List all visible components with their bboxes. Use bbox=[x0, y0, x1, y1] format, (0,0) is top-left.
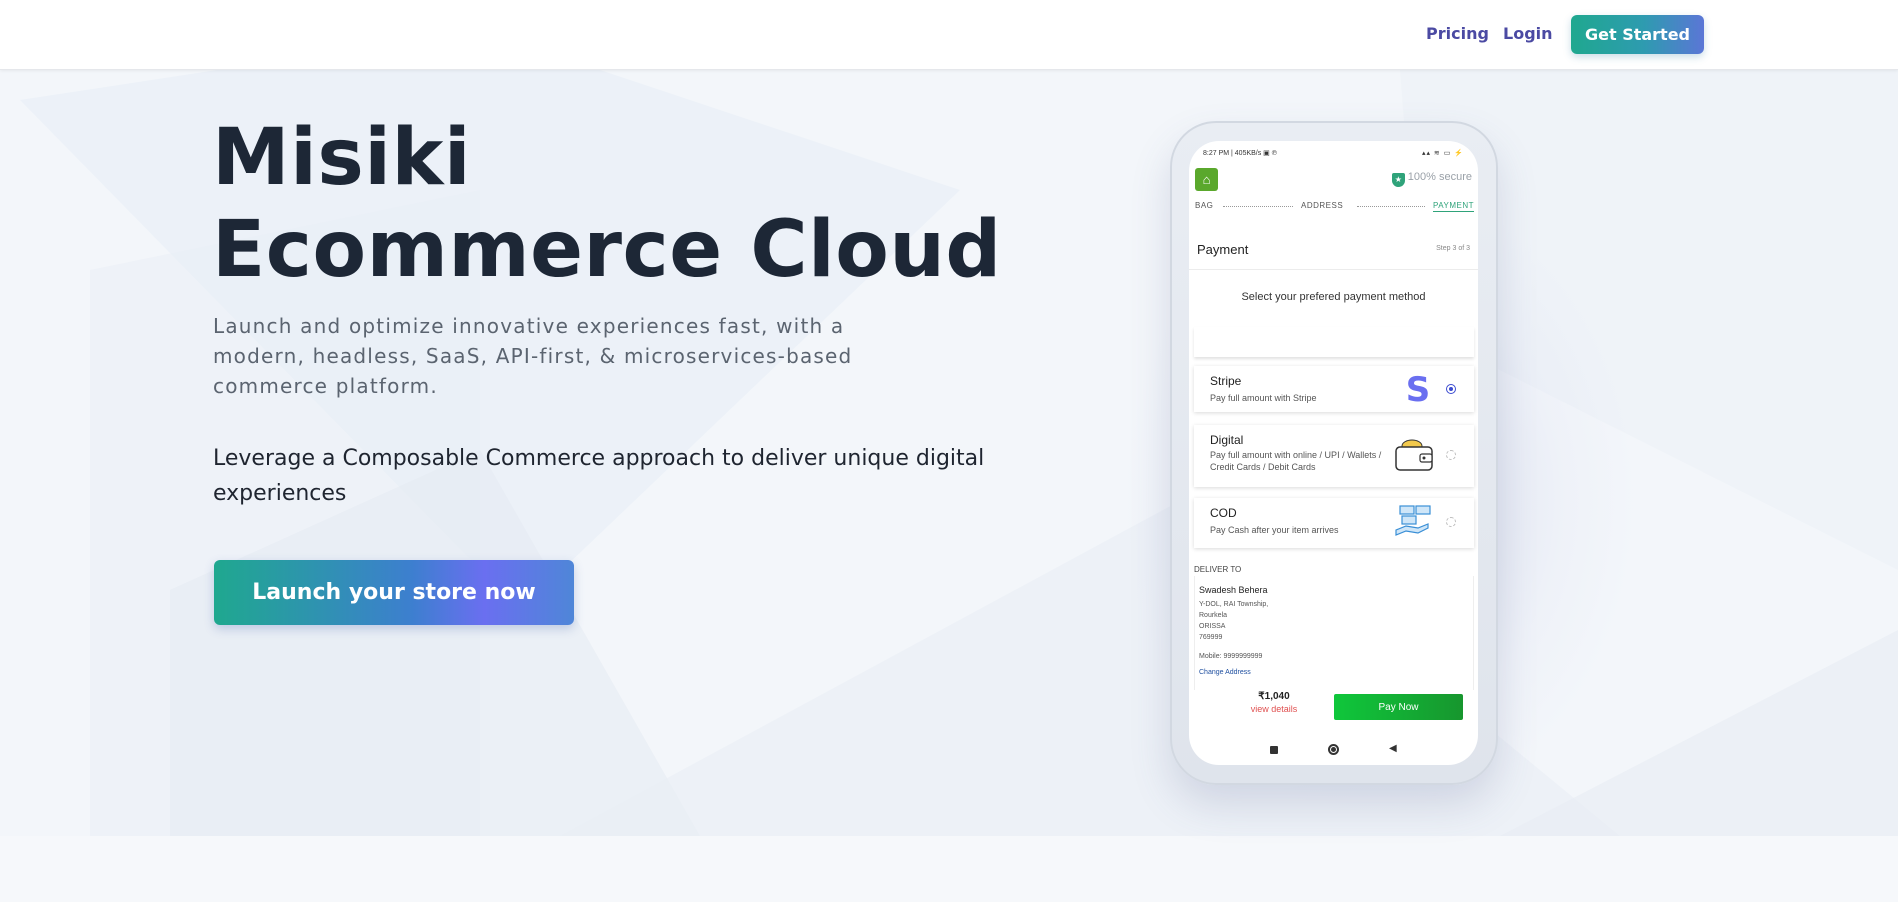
nav-pricing-link[interactable]: Pricing bbox=[1426, 24, 1489, 43]
address-mobile: Mobile: 9999999999 bbox=[1199, 653, 1263, 660]
payment-header: Payment Step 3 of 3 bbox=[1189, 232, 1478, 270]
section-divider bbox=[0, 836, 1898, 902]
stripe-logo-icon: S bbox=[1406, 373, 1431, 405]
address-line: Rourkela bbox=[1199, 612, 1228, 619]
back-icon[interactable]: ◀ bbox=[1389, 743, 1397, 754]
payment-option-cod[interactable]: COD Pay Cash after your item arrives bbox=[1194, 498, 1474, 548]
payment-title: Payment bbox=[1197, 242, 1249, 257]
method-title: Stripe bbox=[1210, 374, 1242, 388]
payment-option-stripe[interactable]: Stripe Pay full amount with Stripe S bbox=[1194, 366, 1474, 412]
step-payment[interactable]: PAYMENT bbox=[1433, 201, 1474, 212]
wallet-icon bbox=[1395, 439, 1433, 471]
hero-lead-text: Leverage a Composable Commerce approach … bbox=[213, 446, 985, 506]
hero-subtitle: Launch and optimize innovative experienc… bbox=[213, 314, 853, 398]
method-title: COD bbox=[1210, 506, 1237, 520]
recent-apps-icon[interactable] bbox=[1270, 746, 1278, 754]
nav-login-link[interactable]: Login bbox=[1503, 24, 1553, 43]
status-bar-left: 8:27 PM | 405KB/s ▣ ℗ bbox=[1203, 150, 1277, 157]
radio-selected-icon[interactable] bbox=[1446, 384, 1456, 394]
radio-unselected-icon[interactable] bbox=[1446, 517, 1456, 527]
shield-check-icon: ★ bbox=[1391, 173, 1405, 187]
launch-store-button[interactable]: Launch your store now bbox=[214, 560, 574, 625]
address-line: 769999 bbox=[1199, 634, 1223, 641]
method-description: Pay Cash after your item arrives bbox=[1210, 525, 1339, 535]
checkout-steps: BAG ADDRESS PAYMENT bbox=[1195, 201, 1474, 213]
empty-card bbox=[1194, 327, 1474, 357]
home-icon[interactable] bbox=[1328, 744, 1339, 755]
hero-title: Misiki Ecommerce Cloud bbox=[212, 113, 1002, 295]
step-divider bbox=[1357, 206, 1425, 207]
address-line: ORISSA bbox=[1199, 623, 1226, 630]
pay-now-button[interactable]: Pay Now bbox=[1334, 694, 1463, 720]
get-started-button[interactable]: Get Started bbox=[1571, 15, 1704, 54]
change-address-link[interactable]: Change Address bbox=[1199, 669, 1251, 676]
address-line: Y-DOL, RAI Township, bbox=[1199, 601, 1269, 608]
select-method-text: Select your prefered payment method bbox=[1241, 291, 1426, 303]
payment-option-digital[interactable]: Digital Pay full amount with online / UP… bbox=[1194, 425, 1474, 487]
phone-screen: 8:27 PM | 405KB/s ▣ ℗ ▴▴ ≋ ▭ ⚡ ⌂ ★ 100% s… bbox=[1189, 141, 1478, 765]
top-header: Pricing Login Get Started bbox=[0, 0, 1898, 70]
step-bag[interactable]: BAG bbox=[1195, 201, 1213, 210]
step-address[interactable]: ADDRESS bbox=[1301, 201, 1343, 210]
method-description: Pay full amount with online / UPI / Wall… bbox=[1210, 450, 1382, 472]
step-indicator: Step 3 of 3 bbox=[1436, 245, 1470, 252]
view-details-link[interactable]: view details bbox=[1239, 704, 1309, 714]
deliver-to-label: DELIVER TO bbox=[1194, 565, 1242, 574]
cash-icon bbox=[1395, 505, 1431, 536]
radio-unselected-icon[interactable] bbox=[1446, 450, 1456, 460]
step-divider bbox=[1223, 206, 1293, 207]
basket-icon: ⌂ bbox=[1195, 168, 1218, 191]
order-total: ₹1,040 bbox=[1258, 691, 1290, 702]
address-name: Swadesh Behera bbox=[1199, 585, 1268, 595]
secure-badge: ★ 100% secure bbox=[1391, 171, 1472, 187]
method-title: Digital bbox=[1210, 433, 1244, 447]
svg-text:S: S bbox=[1406, 373, 1431, 405]
method-description: Pay full amount with Stripe bbox=[1210, 393, 1317, 403]
status-bar-right: ▴▴ ≋ ▭ ⚡ bbox=[1421, 150, 1464, 157]
